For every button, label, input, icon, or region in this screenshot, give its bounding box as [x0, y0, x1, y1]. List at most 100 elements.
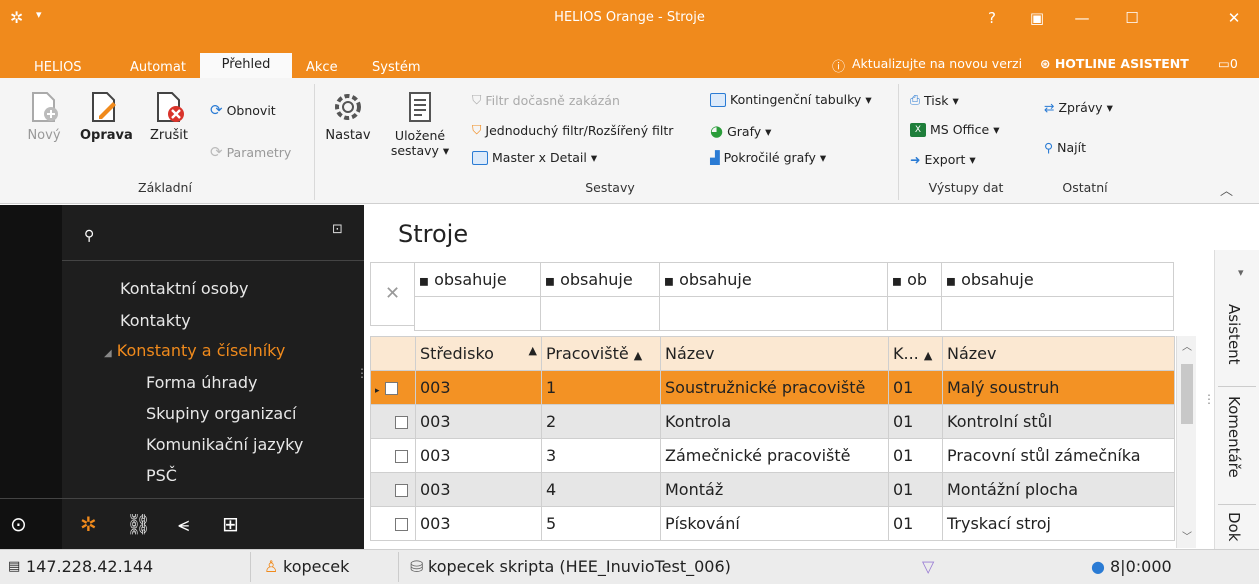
filter-status-icon[interactable]: ▽ [922, 557, 934, 576]
table-row[interactable]: 003 4 Montáž 01 Montážní plocha [370, 472, 1175, 507]
filter-input[interactable] [941, 296, 1174, 331]
filter-input[interactable] [540, 296, 660, 331]
row-checkbox[interactable] [384, 382, 398, 395]
share-icon[interactable]: ⪪ [178, 512, 189, 536]
cell[interactable]: 003 [415, 506, 542, 541]
nav-item-forma-uhrady[interactable]: Forma úhrady [146, 373, 257, 392]
cell[interactable]: Malý soustruh [942, 370, 1175, 405]
tab-asistent[interactable]: Asistent [1225, 304, 1243, 365]
close-icon[interactable]: ✕ [1212, 6, 1256, 30]
cell[interactable]: 01 [888, 506, 943, 541]
expand-sidebar-icon[interactable]: ⊙ [10, 512, 27, 536]
filter-input[interactable] [887, 296, 942, 331]
row-selector[interactable]: ▸ [370, 370, 416, 405]
collapse-ribbon-icon[interactable]: ︿ [1220, 180, 1233, 199]
ulozene-sestavy-button[interactable]: Uložené sestavy ▾ [390, 90, 450, 158]
row-checkbox[interactable] [395, 518, 408, 531]
ms-office-button[interactable]: X MS Office ▾ [910, 122, 999, 137]
cell[interactable]: Tryskací stroj [942, 506, 1175, 541]
row-selector[interactable] [370, 404, 416, 439]
cell[interactable]: Soustružnické pracoviště [660, 370, 889, 405]
filter-cell[interactable]: ◼ obsahuje [414, 262, 541, 297]
panel-dropdown-icon[interactable]: ▾ [1238, 266, 1244, 279]
tisk-button[interactable]: ⎙ Tisk ▾ [910, 92, 959, 108]
cell[interactable]: 003 [415, 404, 542, 439]
oprava-button[interactable]: Oprava [80, 90, 133, 143]
zpravy-button[interactable]: ⇄ Zprávy ▾ [1044, 100, 1113, 115]
cell[interactable]: 003 [415, 438, 542, 473]
jednoduchy-filtr-button[interactable]: ⛉ Jednoduchý filtr/Rozšířený filtr [472, 122, 673, 138]
cell[interactable]: Kontrolní stůl [942, 404, 1175, 439]
cell[interactable]: 3 [541, 438, 661, 473]
nav-item-skupiny[interactable]: Skupiny organizací [146, 404, 296, 423]
zrusit-button[interactable]: Zrušit [146, 90, 192, 143]
menu-automat[interactable]: Automat [130, 60, 186, 75]
cell[interactable]: Pískování [660, 506, 889, 541]
scroll-up-icon[interactable]: ︿ [1182, 338, 1192, 353]
nastav-button[interactable]: Nastav [322, 90, 374, 143]
cell[interactable]: Zámečnické pracoviště [660, 438, 889, 473]
nav-item-psc[interactable]: PSČ [146, 466, 177, 485]
maximize-icon[interactable]: ☐ [1110, 6, 1154, 30]
cell[interactable]: Montážní plocha [942, 472, 1175, 507]
grafy-button[interactable]: ◕ Grafy ▾ [710, 122, 771, 140]
nav-item-kontakty[interactable]: Kontakty [120, 311, 191, 330]
row-selector[interactable] [370, 506, 416, 541]
minimize-icon[interactable]: — [1060, 6, 1104, 30]
novy-button[interactable]: Nový [22, 90, 66, 143]
cell[interactable]: Pracovní stůl zámečníka [942, 438, 1175, 473]
filter-cell[interactable]: ◼ obsahuje [540, 262, 660, 297]
update-link[interactable]: Aktualizujte na novou verzi [852, 56, 1022, 71]
row-selector[interactable] [370, 438, 416, 473]
menu-helios[interactable]: HELIOS [34, 60, 82, 75]
messages-icon[interactable]: ▭0 [1218, 56, 1238, 71]
hotline-button[interactable]: ⊛ HOTLINE ASISTENT [1040, 56, 1189, 71]
pokrocile-grafy-button[interactable]: ▟ Pokročilé grafy ▾ [710, 150, 826, 165]
search-icon[interactable]: ⚲ [84, 228, 94, 244]
nav-item-kontaktni-osoby[interactable]: Kontaktní osoby [120, 279, 248, 298]
cell[interactable]: Kontrola [660, 404, 889, 439]
cell[interactable]: 01 [888, 472, 943, 507]
filter-input[interactable] [414, 296, 541, 331]
cell[interactable]: 01 [888, 404, 943, 439]
master-detail-button[interactable]: Master x Detail ▾ [472, 150, 597, 165]
cell[interactable]: 4 [541, 472, 661, 507]
export-button[interactable]: ➜ Export ▾ [910, 152, 976, 167]
cell[interactable]: 01 [888, 370, 943, 405]
table-row[interactable]: 003 3 Zámečnické pracoviště 01 Pracovní stůl… [370, 438, 1175, 473]
cell[interactable]: Montáž [660, 472, 889, 507]
pin-panel-icon[interactable]: ⊡ [332, 222, 343, 237]
favorites-icon[interactable]: ✲ [80, 512, 97, 536]
table-row[interactable]: 003 5 Pískování 01 Tryskací stroj [370, 506, 1175, 541]
row-selector[interactable] [370, 472, 416, 507]
column-header-nazev[interactable]: Název [660, 336, 889, 371]
table-row[interactable]: 003 2 Kontrola 01 Kontrolní stůl [370, 404, 1175, 439]
row-checkbox[interactable] [395, 416, 408, 429]
cell[interactable]: 01 [888, 438, 943, 473]
column-header-nazev-2[interactable]: Název [942, 336, 1175, 371]
filter-cell[interactable]: ◼ obsahuje [941, 262, 1174, 297]
cell[interactable]: 5 [541, 506, 661, 541]
kontingencni-tabulky-button[interactable]: Kontingenční tabulky ▾ [710, 92, 872, 107]
cell[interactable]: 003 [415, 370, 542, 405]
clear-filter-button[interactable]: ✕ [370, 262, 415, 326]
grid-scrollbar[interactable]: ︿ ﹀ [1176, 336, 1196, 548]
menu-system[interactable]: Systém [372, 60, 420, 75]
ribbon-display-icon[interactable]: ▣ [1015, 6, 1059, 30]
column-header-stredisko[interactable]: Středisko ▲ [415, 336, 542, 371]
column-header-k[interactable]: K... ▲ [888, 336, 943, 371]
scroll-thumb[interactable] [1181, 364, 1193, 424]
row-checkbox[interactable] [395, 484, 408, 497]
najit-button[interactable]: ⚲ Najít [1044, 140, 1086, 155]
cell[interactable]: 003 [415, 472, 542, 507]
column-header-pracoviste[interactable]: Pracoviště ▲ [541, 336, 661, 371]
menu-akce[interactable]: Akce [306, 60, 338, 75]
table-row[interactable]: ▸ 003 1 Soustružnické pracoviště 01 Malý sou… [370, 370, 1175, 405]
tree-icon[interactable]: ⛓ [126, 512, 151, 536]
nav-item-jazyky[interactable]: Komunikační jazyky [146, 435, 303, 454]
filter-cell[interactable]: ◼ obsahuje [659, 262, 888, 297]
help-icon[interactable]: ? [970, 6, 1014, 30]
filter-input[interactable] [659, 296, 888, 331]
row-checkbox[interactable] [395, 450, 408, 463]
menu-prehled[interactable]: Přehled [200, 53, 292, 78]
